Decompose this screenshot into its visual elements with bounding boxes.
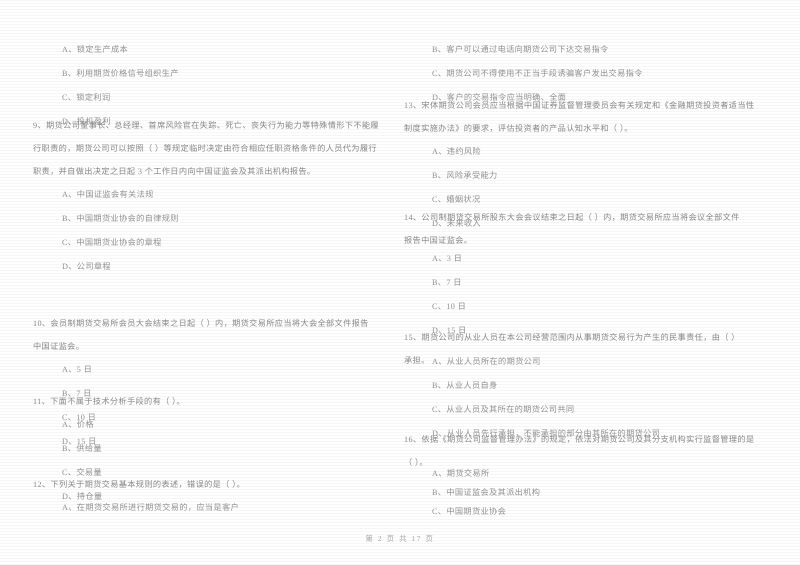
question-column-left: A、锁定生产成本 B、利用期货价格信号组织生产 C、锁定利润 D、投机盈利 9、期货公司… xyxy=(0,0,400,520)
answer-option-line: C、10 日 xyxy=(432,302,467,311)
question-text-line: 11、下面不属于技术分析手段的有（ ）。 xyxy=(33,397,186,406)
question-text-line: 报告中国证监会。 xyxy=(404,236,473,245)
answer-option-line: C、中国期货业协会的章程 xyxy=(62,238,162,247)
question-text-line: 9、期货公司董事长、总经理、首席风险官在失踪、死亡、丧失行为能力等特殊情形下不能… xyxy=(33,121,379,130)
answer-option-line: D、公司章程 xyxy=(62,262,111,271)
question-text-line: 中国证监会。 xyxy=(33,342,85,351)
scanned-page: A、锁定生产成本 B、利用期货价格信号组织生产 C、锁定利润 D、投机盈利 9、期货公司… xyxy=(0,0,800,565)
answer-option-line: A、在期货交易所进行期货交易的，应当是客户 xyxy=(62,503,240,512)
question-text-line: 15、期货公司的从业人员在本公司经营范围内从事期货交易行为产生的民事责任，由（ … xyxy=(404,333,740,342)
question-text-line: 职责，并自做出决定之日起 3 个工作日内向中国证监会及其派出机构报告。 xyxy=(33,167,316,176)
answer-option-line: A、从业人员所在的期货公司 xyxy=(432,357,541,366)
page-footer: 第 2 页 共 17 页 xyxy=(365,534,435,543)
answer-option-line: C、中国期货业协会 xyxy=(432,507,507,516)
question-text-line: 行职责的，期货公司可以按照（ ）等规定临时决定由符合相应任职资格条件的人员代为履… xyxy=(33,144,377,153)
answer-option-line: B、供给量 xyxy=(62,444,102,453)
answer-option-line: A、5 日 xyxy=(62,365,93,374)
answer-option-line: B、中国期货业协会的自律规则 xyxy=(62,214,179,223)
question-text-line: （ ）。 xyxy=(404,458,428,467)
answer-option-line: B、从业人员自身 xyxy=(432,381,498,390)
question-text-line: 16、依据《期货公司监督管理办法》的规定，依法对期货公司及其分支机构实行监督管理… xyxy=(404,435,755,444)
answer-option-line: A、期货交易所 xyxy=(432,469,490,478)
answer-option-line: A、3 日 xyxy=(432,254,463,263)
answer-option-line: A、锁定生产成本 xyxy=(62,45,129,54)
question-text-line: 12、下列关于期货交易基本规则的表述，错误的是（ ）。 xyxy=(33,480,246,489)
question-text-line: 承担。 xyxy=(404,356,430,365)
answer-option-line: C、期货公司不得使用不正当手段诱骗客户发出交易指令 xyxy=(432,69,643,78)
answer-option-line: C、从业人员及其所在的期货公司共同 xyxy=(432,405,575,414)
question-column-right: B、客户可以通过电话向期货公司下达交易指令 C、期货公司不得使用不正当手段诱骗客户… xyxy=(400,0,800,520)
question-text-line: 制度实施办法》的要求，评估投资者的产品认知水平和（ ）。 xyxy=(404,124,633,133)
answer-option-line: B、中国证监会及其派出机构 xyxy=(432,488,541,497)
answer-option-line: B、风险承受能力 xyxy=(432,171,498,180)
question-text-line: 14、公司制期货交易所股东大会会议结束之日起（ ）内，期货交易所应当将会议全部文… xyxy=(404,213,740,222)
answer-option-line: A、中国证监会有关法规 xyxy=(62,190,154,199)
answer-option-line: C、婚姻状况 xyxy=(432,195,481,204)
answer-option-line: B、客户可以通过电话向期货公司下达交易指令 xyxy=(432,45,609,54)
answer-option-line: D、持仓量 xyxy=(62,492,103,501)
answer-option-line: C、交易量 xyxy=(62,468,102,477)
answer-option-line: A、违约风险 xyxy=(432,147,481,156)
answer-option-line: B、利用期货价格信号组织生产 xyxy=(62,69,179,78)
answer-option-line: B、7 日 xyxy=(432,278,462,287)
question-text-line: 10、会员制期货交易所会员大会结束之日起（ ）内，期货交易所应当将大会全部文件报… xyxy=(33,319,369,328)
answer-option-line: C、锁定利润 xyxy=(62,93,111,102)
answer-option-line: A、价格 xyxy=(62,420,94,429)
question-text-line: 13、宋体期货公司会员应当根据中国证券监督管理委员会有关规定和《金融期货投资者适… xyxy=(404,101,755,110)
